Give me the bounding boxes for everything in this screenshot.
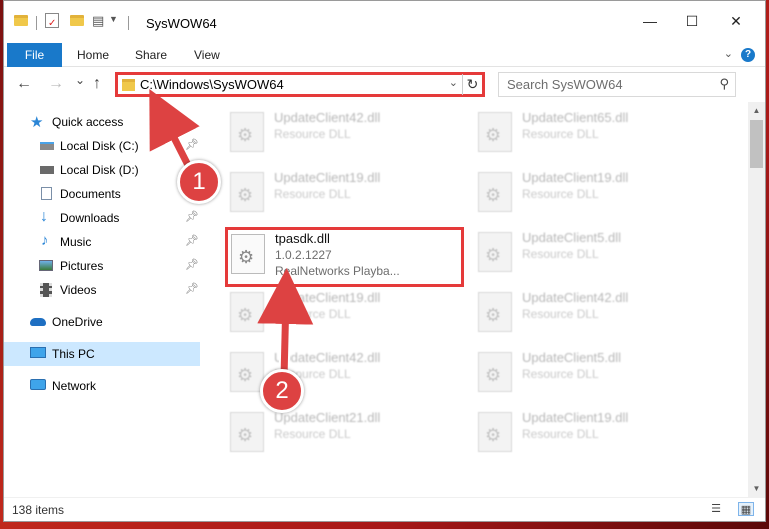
callout-badge-2: 2 (260, 369, 304, 413)
callout-badge-1: 1 (177, 160, 221, 204)
annotation-arrows (149, 89, 314, 379)
arrow-2 (257, 268, 314, 379)
